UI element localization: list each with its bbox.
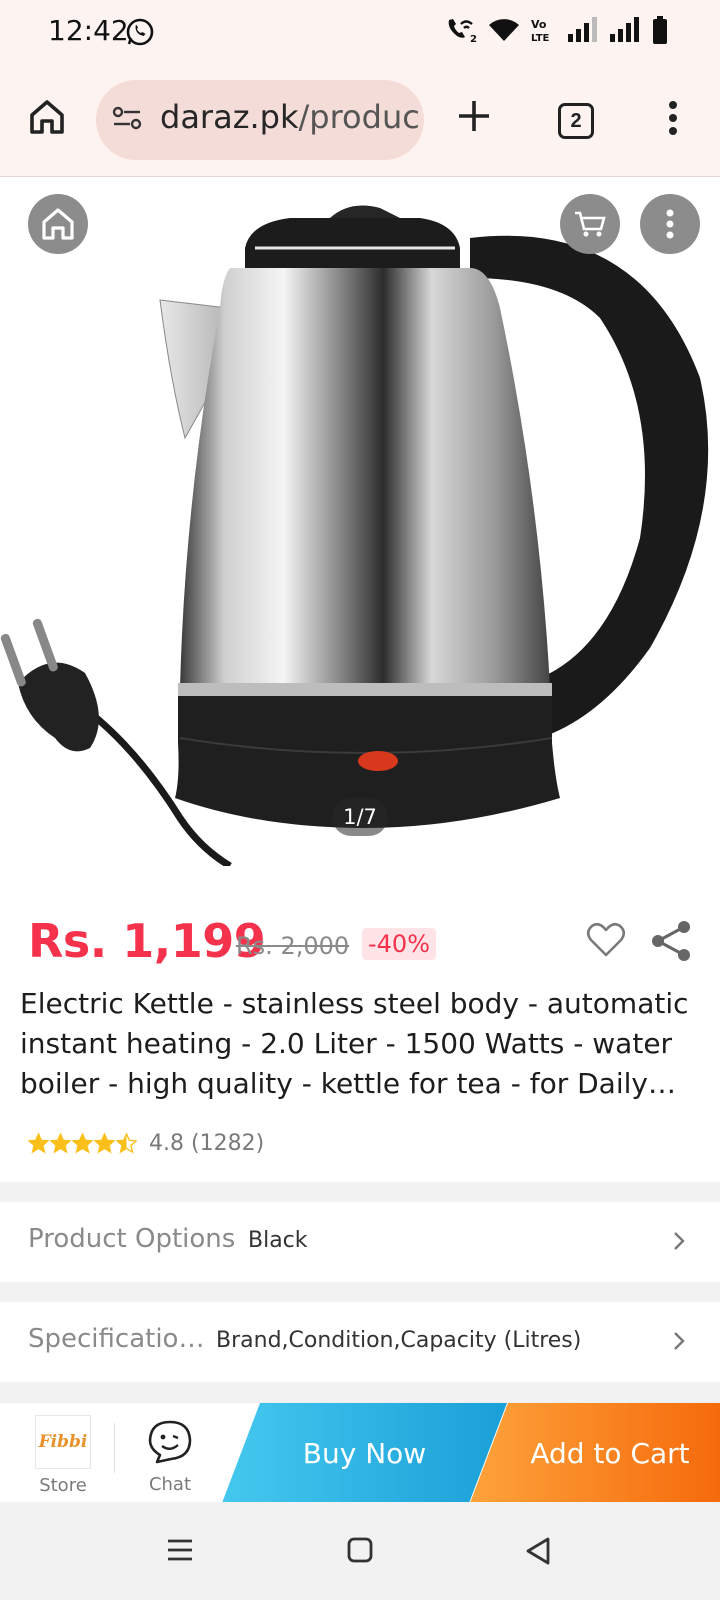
system-navigation-bar [0,1502,720,1600]
star-icon [94,1132,115,1153]
url-path: /product [298,98,419,136]
cart-icon [575,211,606,237]
bottom-action-bar: Fibbi Store Chat Buy Now Add to Cart [0,1402,720,1503]
star-icon [116,1132,137,1153]
current-price: Rs. 1,199 [28,914,266,968]
review-count: (1282) [191,1130,265,1156]
store-button[interactable]: Fibbi Store [30,1415,96,1496]
rating-value: 4.8 (1282) [149,1131,264,1156]
new-tab-button[interactable] [456,98,492,139]
star-icon [72,1132,93,1153]
home-button[interactable] [28,194,88,254]
whatsapp-icon [125,17,155,52]
chat-icon [148,1420,192,1464]
volte-icon: Vo LTE [530,17,558,48]
home-icon [42,208,74,240]
kettle-image [0,205,709,866]
more-vertical-icon [666,209,674,239]
rating-row[interactable]: 4.8 (1282) [28,1128,264,1158]
buy-now-button[interactable]: Buy Now [222,1403,507,1503]
system-home-icon[interactable] [346,1536,374,1569]
section-divider [0,1182,720,1202]
back-icon[interactable] [524,1536,552,1571]
section-divider [0,1282,720,1302]
chevron-right-icon [672,1230,686,1257]
discount-badge: -40% [362,928,437,960]
chevron-right-icon [672,1330,686,1357]
browser-menu-icon[interactable] [668,100,678,141]
product-options-row[interactable]: Product Options Black [0,1202,720,1282]
star-icon [28,1132,49,1153]
tab-switcher-button[interactable]: 2 [558,103,594,139]
svg-text:Vo: Vo [531,18,547,31]
chat-button[interactable]: Chat [140,1419,200,1495]
specification-label: Specificatio… [28,1324,205,1354]
status-bar: 12:42 2 Vo LTE [0,0,720,62]
wifi-icon [488,17,520,48]
status-time: 12:42 [48,14,129,47]
specification-row[interactable]: Specificatio… Brand,Condition,Capacity (… [0,1302,720,1382]
image-counter: 1/7 [332,798,388,836]
product-image-gallery[interactable]: 1/7 [0,178,720,866]
share-icon[interactable] [650,920,692,967]
wishlist-heart-icon[interactable] [586,922,626,963]
wifi-call-icon: 2 [444,16,478,49]
product-options-value: Black [248,1228,308,1253]
store-label: Store [39,1475,87,1496]
product-options-label: Product Options [28,1224,236,1254]
rating-score: 4.8 [149,1130,184,1156]
signal-icon [568,17,600,48]
url-domain: daraz.pk [160,98,299,136]
original-price: Rs. 2,000 [236,932,350,960]
status-icons: 2 Vo LTE [444,16,668,49]
browser-toolbar: daraz.pk/product 2 [0,62,720,177]
add-to-cart-button[interactable]: Add to Cart [470,1403,720,1503]
section-divider [0,1382,720,1402]
url-text[interactable]: daraz.pk/product [160,98,418,136]
signal-icon [610,17,642,48]
battery-icon [652,16,668,49]
specification-value: Brand,Condition,Capacity (Litres) [216,1328,582,1353]
divider [114,1423,115,1473]
product-title: Electric Kettle - stainless steel body -… [20,987,689,1100]
rating-stars [28,1132,137,1154]
svg-text:2: 2 [470,34,477,44]
store-logo: Fibbi [35,1415,91,1469]
browser-home-button[interactable] [28,98,66,141]
cart-button[interactable] [560,194,620,254]
recent-apps-icon[interactable] [166,1538,194,1567]
more-options-button[interactable] [640,194,700,254]
price-row: Rs. 1,199 Rs. 2,000 -40% [28,912,698,972]
svg-text:LTE: LTE [531,33,550,43]
site-settings-icon[interactable] [112,106,142,135]
chat-label: Chat [148,1474,192,1495]
star-icon [50,1132,71,1153]
